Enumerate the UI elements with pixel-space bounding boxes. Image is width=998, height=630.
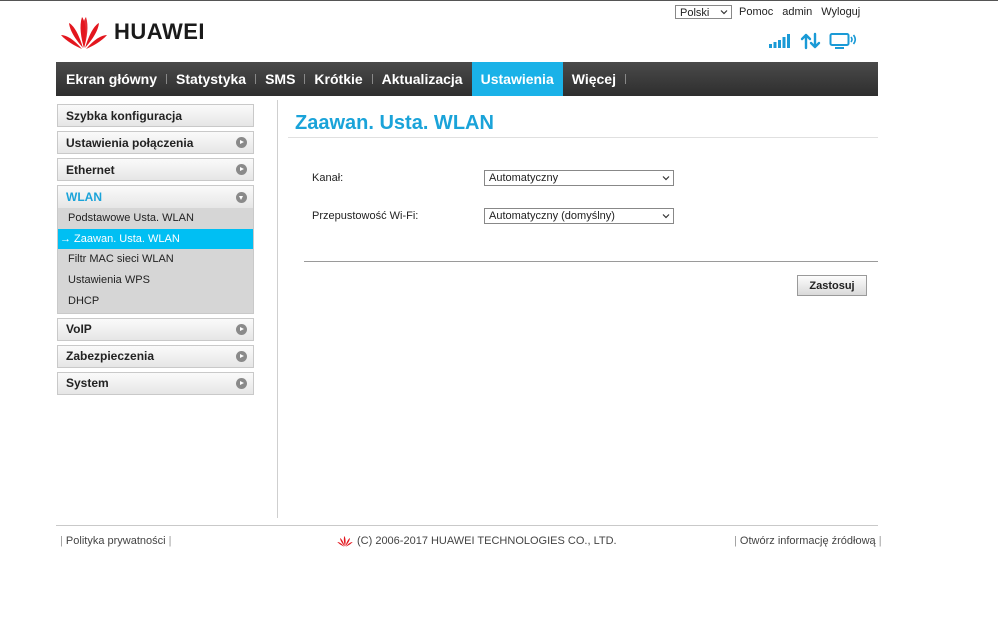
footer-left: | Polityka prywatności | (60, 535, 172, 547)
sidebar-item-label: Szybka konfiguracja (66, 108, 183, 123)
nav-separator (624, 74, 626, 84)
channel-label: Kanał: (312, 172, 344, 184)
channel-select[interactable]: Automatyczny (484, 170, 674, 186)
sidebar-item-label: Ethernet (66, 162, 115, 177)
copyright-text: (C) 2006-2017 HUAWEI TECHNOLOGIES CO., L… (357, 535, 617, 547)
language-select[interactable]: Polski (675, 5, 732, 19)
brand-name: HUAWEI (114, 19, 205, 44)
sidebar-item-ethernet[interactable]: Ethernet (57, 158, 254, 181)
sidebar-item-voip[interactable]: VoIP (57, 317, 254, 341)
bandwidth-label: Przepustowość Wi-Fi: (312, 210, 419, 222)
sidebar-item-quick-setup[interactable]: Szybka konfiguracja (57, 104, 254, 127)
chevron-down-icon (236, 191, 247, 203)
sidebar-item-label: WLAN (66, 190, 102, 204)
tab-settings[interactable]: Ustawienia (471, 62, 563, 96)
tab-home[interactable]: Ekran główny (56, 62, 166, 96)
wifi-device-icon (829, 33, 857, 49)
language-value: Polski (680, 7, 710, 19)
main-navigation: Ekran główny Statystyka SMS Krótkie Aktu… (56, 62, 878, 96)
page-title: Zaawan. Usta. WLAN (295, 112, 494, 134)
submenu-item-advanced-wlan[interactable]: → Zaawan. Usta. WLAN (58, 228, 253, 250)
chevron-right-icon (236, 350, 247, 362)
channel-value: Automatyczny (489, 172, 559, 184)
huawei-flower-icon (61, 17, 107, 49)
chevron-right-icon (236, 377, 247, 389)
privacy-link[interactable]: Polityka prywatności (66, 535, 166, 547)
apply-button[interactable]: Zastosuj (797, 275, 867, 296)
sidebar-item-system[interactable]: System (57, 371, 254, 395)
title-divider (288, 137, 878, 138)
logo: HUAWEI (60, 14, 205, 50)
data-transfer-icon (800, 32, 821, 50)
submenu-item-mac-filter[interactable]: Filtr MAC sieci WLAN (58, 249, 253, 270)
help-link[interactable]: Pomoc (739, 6, 773, 18)
bandwidth-select[interactable]: Automatyczny (domyślny) (484, 208, 674, 224)
chevron-down-icon (662, 176, 670, 181)
footer-copyright: (C) 2006-2017 HUAWEI TECHNOLOGIES CO., L… (337, 535, 617, 547)
sidebar-item-label: System (66, 376, 109, 391)
logout-link[interactable]: Wyloguj (821, 6, 860, 18)
sidebar-item-label: Ustawienia połączenia (66, 135, 194, 150)
sidebar-item-security[interactable]: Zabezpieczenia (57, 344, 254, 368)
form-divider (304, 261, 878, 262)
signal-strength-icon (769, 34, 790, 48)
sidebar-item-label: Zabezpieczenia (66, 349, 155, 364)
tab-more[interactable]: Więcej (563, 62, 625, 96)
chevron-right-icon (236, 137, 247, 148)
submenu-item-dhcp[interactable]: DHCP (58, 290, 253, 311)
vertical-divider (277, 100, 278, 518)
sidebar: Szybka konfiguracja Ustawienia połączeni… (57, 104, 254, 399)
tab-sms[interactable]: SMS (256, 62, 304, 96)
tab-update[interactable]: Aktualizacja (373, 62, 472, 96)
submenu-item-wps[interactable]: Ustawienia WPS (58, 270, 253, 291)
sidebar-item-connection-settings[interactable]: Ustawienia połączenia (57, 131, 254, 154)
chevron-down-icon (720, 10, 728, 15)
user-link[interactable]: admin (782, 6, 812, 18)
wlan-submenu: Podstawowe Usta. WLAN → Zaawan. Usta. WL… (57, 208, 254, 314)
tab-shortcuts[interactable]: Krótkie (305, 62, 371, 96)
top-border (0, 0, 998, 1)
bandwidth-value: Automatyczny (domyślny) (489, 210, 615, 222)
chevron-right-icon (236, 164, 247, 175)
sidebar-item-wlan[interactable]: WLAN (57, 185, 254, 208)
utility-bar: Polski Pomoc admin Wyloguj (675, 4, 869, 20)
submenu-item-basic-wlan[interactable]: Podstawowe Usta. WLAN (58, 208, 253, 229)
sidebar-item-label: VoIP (66, 322, 92, 337)
footer-divider (56, 525, 878, 526)
huawei-flower-icon (337, 536, 353, 547)
chevron-right-icon (236, 323, 247, 335)
status-icons (768, 32, 857, 50)
opensource-link[interactable]: Otwórz informację źródłową (740, 535, 876, 547)
chevron-down-icon (662, 214, 670, 219)
tab-statistics[interactable]: Statystyka (167, 62, 255, 96)
footer-right: | Otwórz informację źródłową | (734, 535, 882, 547)
